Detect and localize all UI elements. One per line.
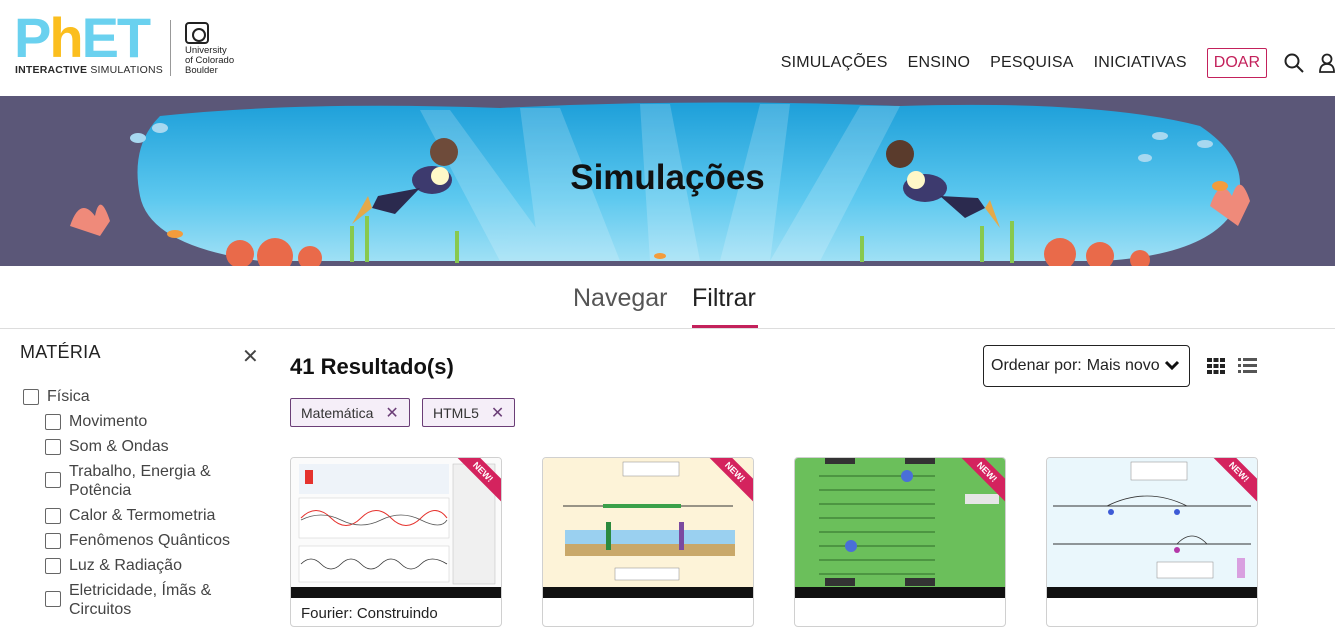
cu-mark-icon bbox=[185, 22, 209, 44]
phet-logo[interactable]: PhET INTERACTIVE SIMULATIONS bbox=[14, 6, 163, 80]
filter-option-sound-waves[interactable]: Som & Ondas bbox=[45, 437, 169, 456]
sim-card[interactable]: NEW! Fourier: Construindo bbox=[290, 457, 502, 627]
nav-simulations[interactable]: SIMULAÇÕES bbox=[781, 54, 888, 72]
results-count: 41 Resultado(s) bbox=[290, 354, 454, 379]
chip-label: Matemática bbox=[301, 404, 374, 421]
nav-research[interactable]: PESQUISA bbox=[990, 54, 1073, 72]
tab-filter[interactable]: Filtrar bbox=[692, 284, 756, 313]
view-tabs: Navegar Filtrar bbox=[0, 266, 1335, 329]
cu-text: University of Colorado Boulder bbox=[185, 45, 235, 76]
chevron-down-icon bbox=[1164, 358, 1180, 377]
user-icon[interactable] bbox=[1319, 52, 1335, 74]
filter-option-label: Som & Ondas bbox=[69, 438, 169, 455]
close-icon[interactable]: ✕ bbox=[242, 344, 259, 369]
sim-thumbnail bbox=[795, 458, 1005, 598]
active-filter-chip: HTML5 ✕ bbox=[422, 398, 516, 427]
filter-option-motion[interactable]: Movimento bbox=[45, 412, 147, 431]
filter-section-title: MATÉRIA bbox=[20, 342, 101, 362]
sort-value: Mais novo bbox=[1086, 357, 1160, 374]
checkbox[interactable] bbox=[45, 439, 61, 455]
donate-button[interactable]: DOAR bbox=[1206, 48, 1267, 78]
filter-option-physics[interactable]: Física bbox=[23, 387, 90, 406]
filter-option-quantum[interactable]: Fenômenos Quânticos bbox=[45, 531, 230, 550]
sort-label: Ordenar por: bbox=[991, 357, 1082, 374]
close-icon[interactable]: ✕ bbox=[491, 403, 504, 423]
filter-option-heat-thermo[interactable]: Calor & Termometria bbox=[45, 506, 215, 525]
checkbox[interactable] bbox=[23, 389, 39, 405]
nav-initiatives[interactable]: INICIATIVAS bbox=[1094, 54, 1187, 72]
sim-title: Fourier: Construindo bbox=[301, 605, 438, 622]
cu-boulder-logo[interactable]: University of Colorado Boulder bbox=[185, 22, 245, 78]
sim-card[interactable]: NEW! bbox=[1046, 457, 1258, 627]
page-title: Simulações bbox=[570, 158, 765, 197]
phet-logo-wordmark: PhET bbox=[14, 6, 151, 69]
filter-option-electricity[interactable]: Eletricidade, Ímãs & Circuitos bbox=[45, 581, 211, 619]
filter-option-label: Movimento bbox=[69, 413, 148, 430]
sim-navbar bbox=[543, 587, 753, 598]
grid-view-icon[interactable] bbox=[1207, 358, 1225, 379]
sim-thumbnail bbox=[543, 458, 753, 598]
checkbox[interactable] bbox=[45, 558, 61, 574]
filter-option-label: Fenômenos Quânticos bbox=[69, 532, 230, 549]
sim-navbar bbox=[795, 587, 1005, 598]
search-icon[interactable] bbox=[1283, 52, 1305, 74]
filter-option-label: Trabalho, Energia & Potência bbox=[69, 463, 211, 499]
nav-teaching[interactable]: ENSINO bbox=[908, 54, 971, 72]
filter-option-light-radiation[interactable]: Luz & Radiação bbox=[45, 556, 182, 575]
phet-logo-subtitle: INTERACTIVE SIMULATIONS bbox=[15, 64, 163, 76]
tab-browse[interactable]: Navegar bbox=[573, 284, 668, 313]
filter-option-label: Eletricidade, Ímãs & Circuitos bbox=[69, 582, 212, 618]
sort-select[interactable]: Ordenar por: Mais novo bbox=[983, 345, 1190, 387]
filter-sidebar: MATÉRIA ✕ bbox=[20, 342, 260, 368]
close-icon[interactable]: ✕ bbox=[385, 403, 398, 423]
logo-divider bbox=[170, 20, 171, 76]
list-view-icon[interactable] bbox=[1238, 358, 1257, 379]
checkbox[interactable] bbox=[45, 591, 61, 607]
chip-label: HTML5 bbox=[433, 404, 479, 421]
active-tab-indicator bbox=[692, 325, 758, 328]
filter-option-label: Física bbox=[47, 388, 90, 405]
checkbox[interactable] bbox=[45, 472, 61, 488]
checkbox[interactable] bbox=[45, 533, 61, 549]
sim-thumbnail bbox=[1047, 458, 1257, 598]
sim-navbar bbox=[291, 587, 501, 598]
filter-option-label: Luz & Radiação bbox=[69, 557, 182, 574]
sim-card[interactable]: NEW! bbox=[542, 457, 754, 627]
active-filter-chip: Matemática ✕ bbox=[290, 398, 410, 427]
filter-option-work-energy-power[interactable]: Trabalho, Energia & Potência bbox=[45, 462, 211, 500]
sim-card[interactable]: NEW! bbox=[794, 457, 1006, 627]
site-header: PhET INTERACTIVE SIMULATIONS University … bbox=[0, 0, 1335, 96]
checkbox[interactable] bbox=[45, 414, 61, 430]
filter-option-label: Calor & Termometria bbox=[69, 507, 216, 524]
sim-thumbnail bbox=[291, 458, 501, 598]
sim-navbar bbox=[1047, 587, 1257, 598]
hero-banner: Simulações bbox=[0, 96, 1335, 266]
checkbox[interactable] bbox=[45, 508, 61, 524]
main-nav: SIMULAÇÕES ENSINO PESQUISA INICIATIVAS D… bbox=[781, 46, 1335, 80]
